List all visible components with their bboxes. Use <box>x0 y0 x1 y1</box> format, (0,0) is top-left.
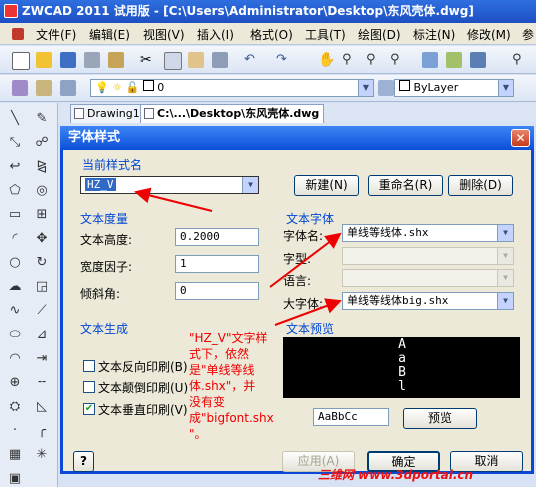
annotation-arrows <box>134 187 342 326</box>
watermark: 三维网 www.3dportal.cn <box>318 468 474 482</box>
arrow-to-style-name <box>134 187 213 212</box>
arrow-to-bigfont <box>274 298 342 326</box>
arrow-to-font-name <box>269 232 342 288</box>
